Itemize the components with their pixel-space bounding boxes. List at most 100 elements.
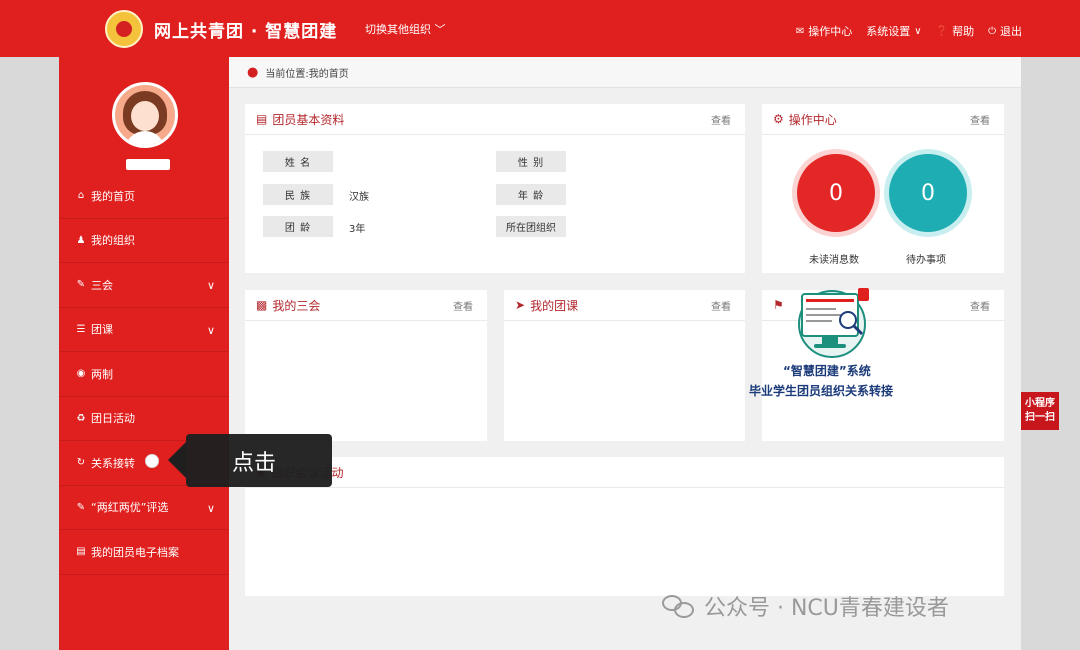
watermark-text: 公众号 · NCU青春建设者 (704, 596, 949, 621)
breadcrumb-text: 当前位置:我的首页 (265, 68, 349, 80)
nav-label: 操作中心 (808, 25, 853, 38)
gear-icon: ⚙ (773, 112, 784, 126)
panel-title: 我的三会 (272, 298, 321, 313)
unread-label: 未读消息数 (809, 255, 859, 266)
sidebar-item-label: 我的团员电子档案 (91, 545, 179, 559)
circle-icon: ◉ (76, 368, 86, 380)
mini-program-line2: 扫一扫 (1025, 412, 1055, 423)
sidebar-item-label: 我的组织 (91, 234, 135, 248)
calendar-icon: ▩ (256, 298, 268, 312)
panel-title: 团员基本资料 (272, 112, 345, 127)
meeting-panel: ◉ 组织会议活动 (245, 457, 1004, 596)
sidebar: ⌂ 我的首页 ♟ 我的组织 ✎ 三会 ∨ ☰ 团课 ∨ ◉ 两制 ♻ 团日活动 … (59, 57, 229, 650)
course-panel: ➤ 我的团课 查看 (504, 290, 745, 441)
ops-center-panel: ⚙ 操作中心 查看 0 0 未读消息数 待办事项 (762, 104, 1004, 273)
field-label-gender: 性 别 (496, 151, 566, 172)
view-more-link[interactable]: 查看 (970, 112, 990, 127)
mini-program-line1: 小程序 (1025, 398, 1055, 409)
switch-org-button[interactable]: 切换其他组织 ﹀ (365, 21, 446, 37)
home-icon: ⌂ (77, 190, 85, 202)
watermark: 公众号 · NCU青春建设者 (662, 590, 949, 622)
chevron-down-icon: ∨ (914, 25, 922, 37)
field-label-age: 年 龄 (496, 184, 566, 205)
view-more-link[interactable]: 查看 (711, 298, 731, 313)
sidebar-item-selection[interactable]: ✎ “两红两优”评选 ∨ (59, 486, 229, 530)
field-value-ethnicity: 汉族 (349, 192, 369, 203)
refresh-icon: ↻ (76, 457, 86, 469)
panel-header: ⚙ 操作中心 查看 (762, 104, 1004, 135)
todo-count-circle[interactable]: 0 (889, 154, 967, 232)
avatar-face (131, 101, 159, 131)
power-icon: ⏻ (988, 25, 996, 37)
avatar[interactable] (112, 82, 178, 148)
unread-count-circle[interactable]: 0 (797, 154, 875, 232)
nav-logout[interactable]: ⏻ 退出 (988, 23, 1022, 39)
panel-title: 我的团课 (530, 298, 579, 313)
click-callout: 点击 (186, 434, 332, 487)
top-bar: 网上共青团 · 智慧团建 切换其他组织 ﹀ ✉ 操作中心 系统设置 ∨ ❓ 帮助… (0, 0, 1080, 57)
wechat-icon (662, 593, 696, 619)
click-indicator-dot (145, 454, 159, 468)
breadcrumb: ● 当前位置:我的首页 (229, 57, 1021, 88)
envelope-icon: ✉ (795, 25, 805, 37)
league-logo-icon (105, 10, 143, 48)
todo-count: 0 (921, 180, 935, 206)
todo-label: 待办事项 (906, 255, 946, 266)
chevron-down-icon: ∨ (206, 501, 215, 515)
edit-icon: ✎ (76, 279, 86, 291)
callout-text: 点击 (232, 450, 277, 476)
flag-icon: ⚑ (773, 298, 784, 312)
file-icon: ▤ (76, 546, 86, 558)
mini-program-badge[interactable]: 小程序 扫一扫 (1021, 392, 1059, 430)
edit-icon: ✎ (76, 501, 86, 513)
switch-org-label: 切换其他组织 (365, 23, 431, 36)
sidebar-item-liangzhi[interactable]: ◉ 两制 (59, 352, 229, 397)
nav-ops-center[interactable]: ✉ 操作中心 (796, 23, 852, 39)
sidebar-item-sanhui[interactable]: ✎ 三会 ∨ (59, 263, 229, 308)
unread-count: 0 (829, 180, 843, 206)
field-value-league-age: 3年 (349, 224, 366, 235)
view-more-link[interactable]: 查看 (453, 298, 473, 313)
overlay-subtitle: 毕业学生团员组织关系转接 (749, 384, 894, 398)
panel-title: 操作中心 (788, 112, 837, 127)
basic-info-panel: ▤ 团员基本资料 查看 姓 名 性 别 民 族 汉族 年 龄 团 龄 3年 所在… (245, 104, 745, 273)
panel-header: ➤ 我的团课 查看 (504, 290, 745, 321)
sidebar-item-home[interactable]: ⌂ 我的首页 (59, 174, 229, 219)
nav-label: 帮助 (952, 25, 975, 38)
avatar-body (125, 131, 165, 145)
sidebar-item-label: 团日活动 (91, 412, 135, 426)
top-nav: ✉ 操作中心 系统设置 ∨ ❓ 帮助 ⏻ 退出 (796, 23, 1022, 39)
sidebar-item-label: 关系接转 (91, 456, 135, 470)
sidebar-item-my-org[interactable]: ♟ 我的组织 (59, 219, 229, 263)
sidebar-item-label: 团课 (91, 323, 113, 337)
main-content: ● 当前位置:我的首页 ▤ 团员基本资料 查看 姓 名 性 别 民 族 汉族 年… (229, 57, 1021, 650)
id-card-icon: ▤ (256, 112, 268, 126)
sidebar-item-label: 三会 (91, 278, 113, 292)
field-label-name: 姓 名 (263, 151, 333, 172)
nav-label: 退出 (1000, 25, 1022, 38)
overlay-title: “智慧团建”系统 (783, 364, 871, 378)
sidebar-item-label: 两制 (91, 367, 113, 381)
field-label-league-age: 团 龄 (263, 216, 333, 237)
panel-header: ◉ 组织会议活动 (245, 457, 1004, 488)
sidebar-item-e-archive[interactable]: ▤ 我的团员电子档案 (59, 530, 229, 575)
nav-system-settings[interactable]: 系统设置 ∨ (866, 23, 921, 39)
sanhui-panel: ▩ 我的三会 查看 (245, 290, 487, 441)
field-label-org: 所在团组织 (496, 216, 566, 237)
brand-title: 网上共青团 · 智慧团建 (154, 22, 338, 42)
folder-icon: ☰ (76, 323, 86, 335)
callout-arrow (168, 442, 186, 478)
view-more-link[interactable]: 查看 (970, 298, 990, 313)
nav-help[interactable]: ❓ 帮助 (936, 23, 974, 39)
chevron-down-icon: ﹀ (434, 23, 446, 36)
chevron-down-icon: ∨ (206, 279, 215, 292)
sidebar-item-label: 我的首页 (91, 189, 135, 203)
user-name-redacted (126, 159, 170, 170)
sidebar-item-course[interactable]: ☰ 团课 ∨ (59, 308, 229, 352)
chevron-down-icon: ∨ (206, 323, 215, 337)
rocket-icon: ➤ (515, 298, 526, 312)
view-more-link[interactable]: 查看 (711, 112, 731, 127)
users-icon: ♟ (76, 234, 86, 246)
help-icon: ❓ (935, 25, 949, 37)
panel-header: ▤ 团员基本资料 查看 (245, 104, 745, 135)
